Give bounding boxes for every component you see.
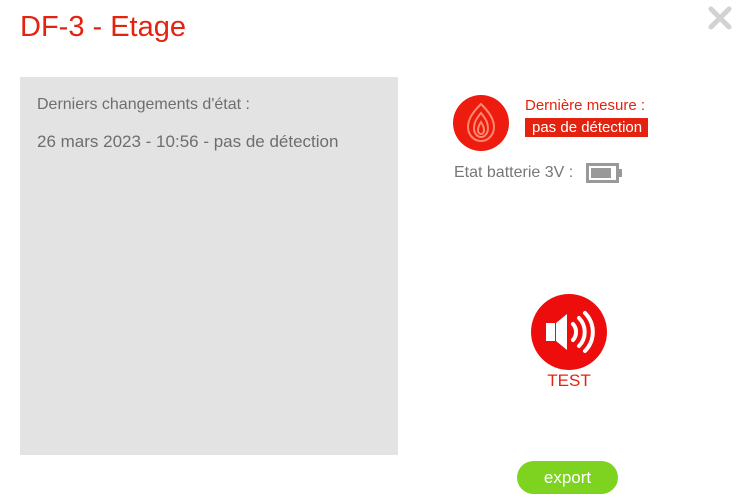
flame-badge xyxy=(453,95,509,151)
speaker-icon xyxy=(546,311,595,353)
last-measure-value: pas de détection xyxy=(525,118,649,137)
history-entry: 26 mars 2023 - 10:56 - pas de détection xyxy=(37,132,339,151)
export-button[interactable]: export xyxy=(517,461,618,494)
history-list: 26 mars 2023 - 10:56 - pas de détection xyxy=(37,132,338,152)
close-icon xyxy=(708,6,732,30)
flame-icon xyxy=(466,102,496,143)
test-label[interactable]: TEST xyxy=(545,371,593,391)
close-button[interactable] xyxy=(706,4,734,32)
battery-label: Etat batterie 3V : xyxy=(454,164,574,181)
battery-icon xyxy=(586,163,622,183)
dialog-title: DF-3 - Etage xyxy=(20,11,186,43)
test-button[interactable] xyxy=(531,294,607,370)
history-panel: Derniers changements d'état : 26 mars 20… xyxy=(20,77,398,455)
history-title: Derniers changements d'état : xyxy=(37,96,250,113)
last-measure-label: Dernière mesure : xyxy=(525,97,646,114)
